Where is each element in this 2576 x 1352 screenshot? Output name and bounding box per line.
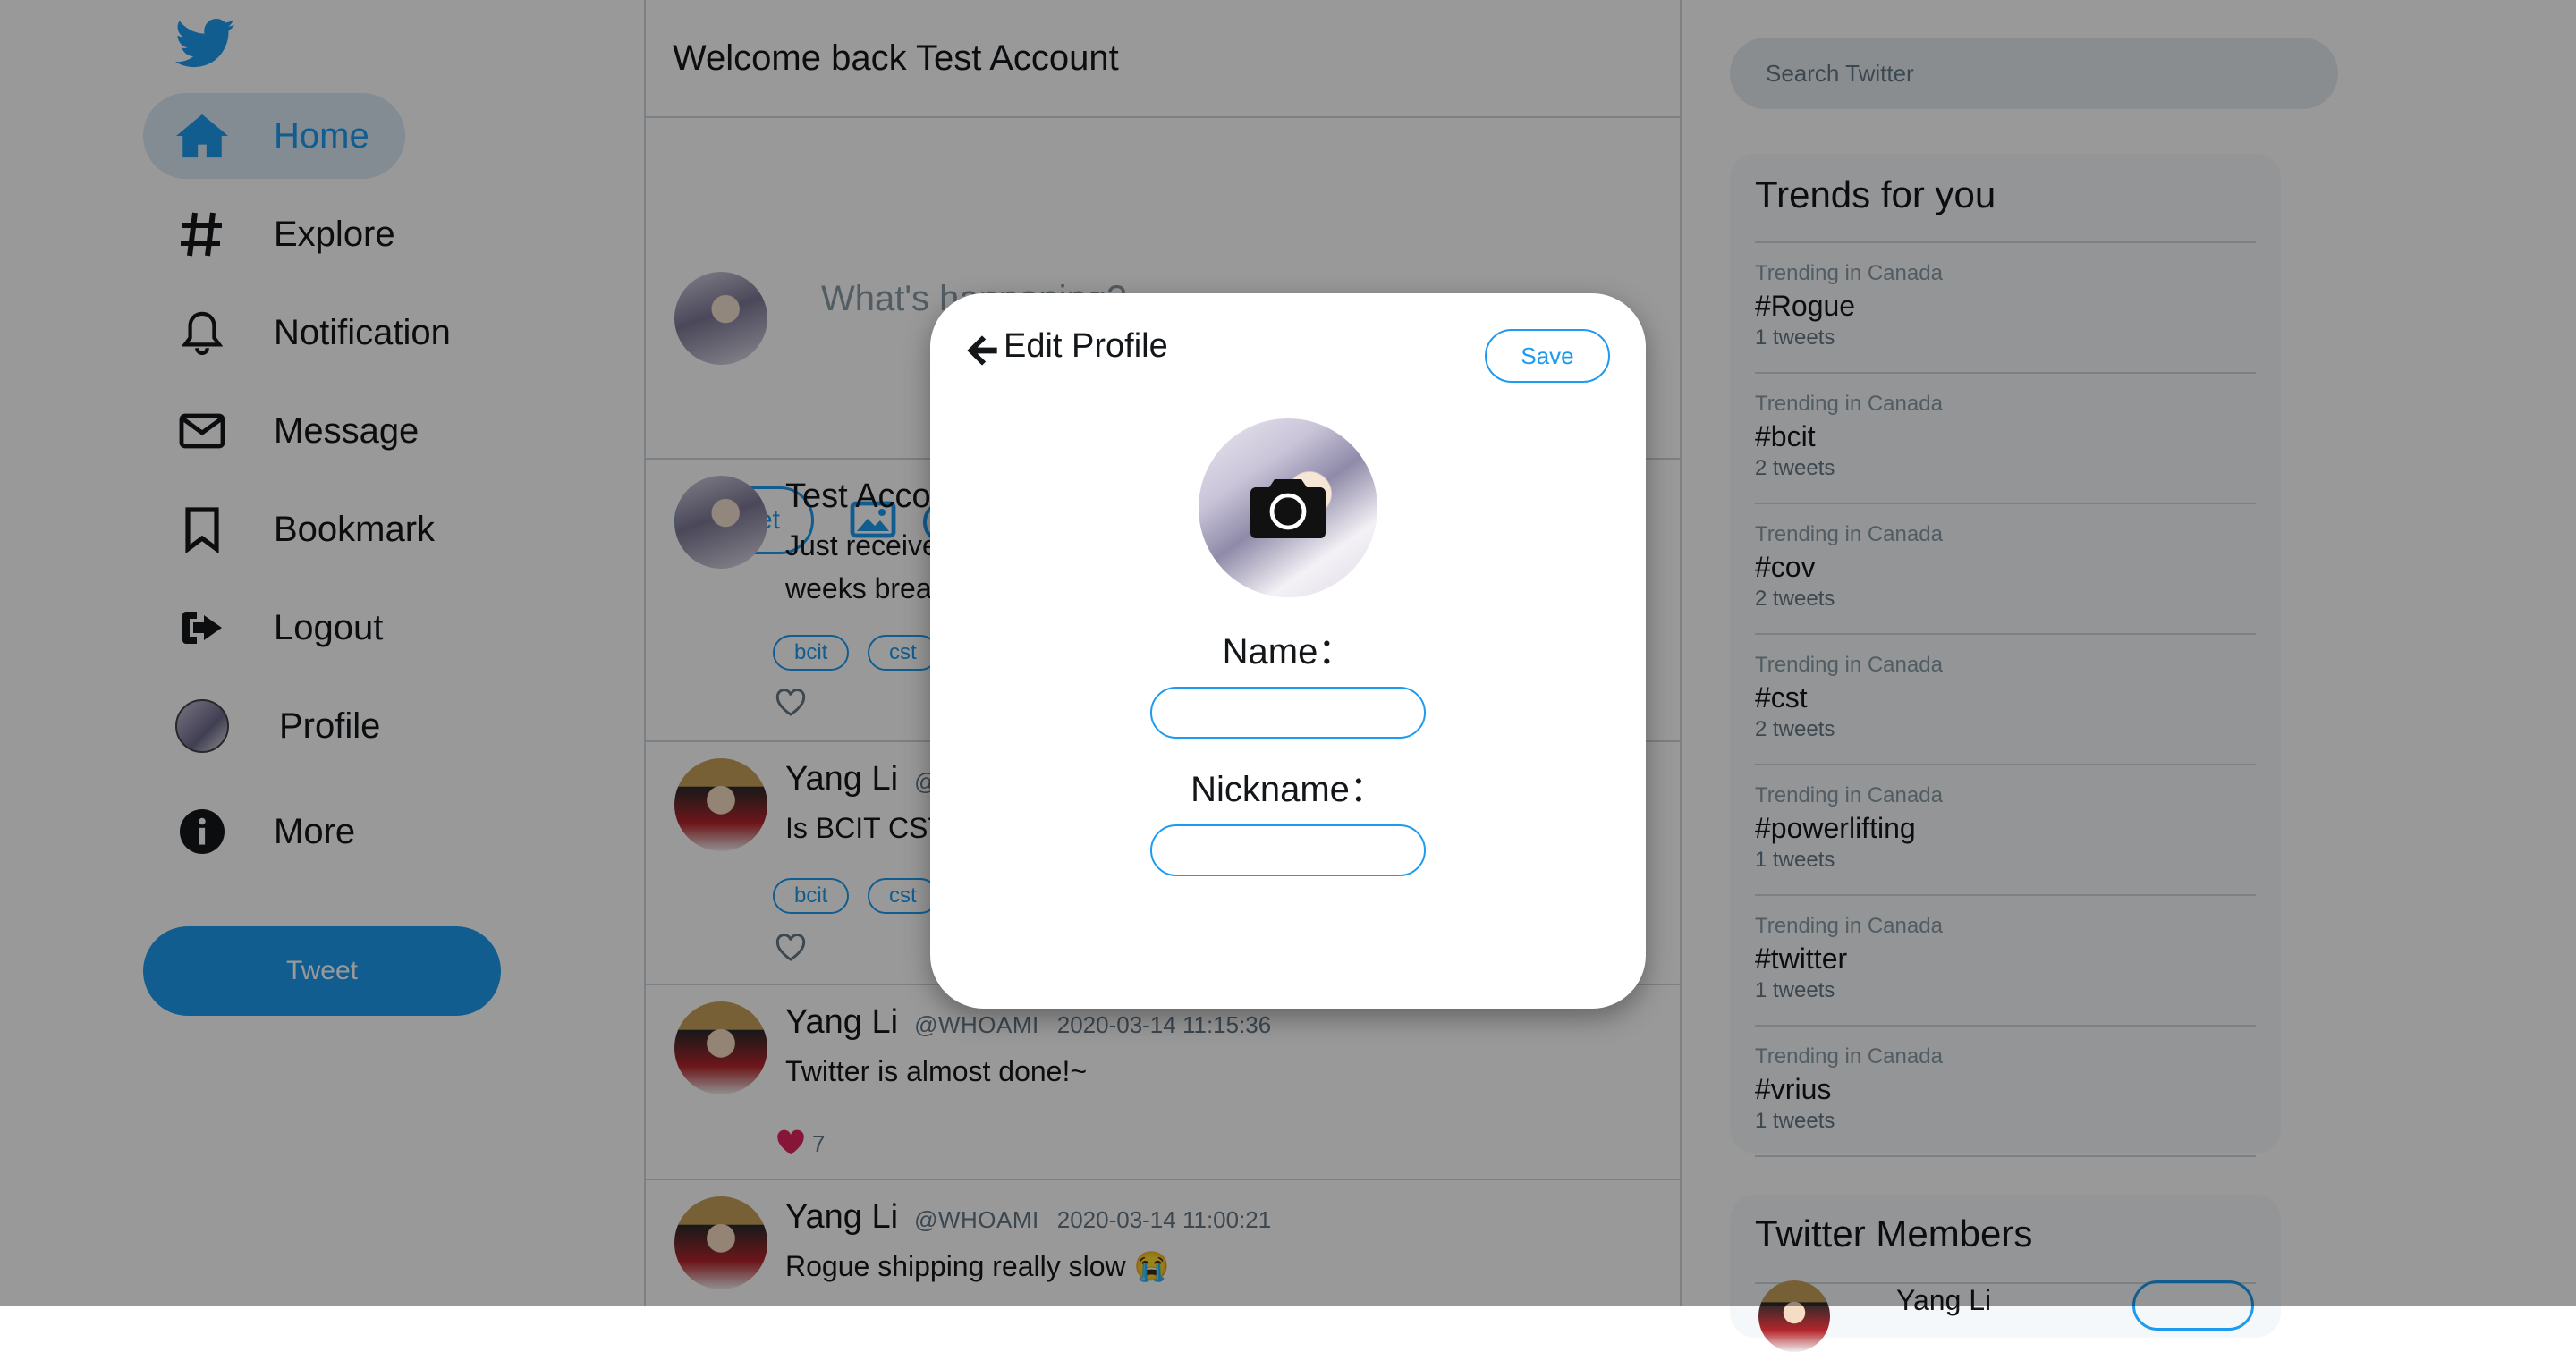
nickname-field[interactable] xyxy=(1150,824,1426,876)
save-button[interactable]: Save xyxy=(1485,329,1610,383)
nickname-label: Nickname： xyxy=(1191,770,1385,809)
modal-title: Edit Profile xyxy=(1004,327,1168,365)
camera-icon xyxy=(1250,479,1326,538)
name-field[interactable] xyxy=(1150,687,1426,739)
arrow-left-icon[interactable] xyxy=(964,333,1000,368)
name-label: Name： xyxy=(1222,632,1354,672)
edit-profile-modal: Edit Profile Save Name： Nickname： xyxy=(930,293,1646,1009)
profile-avatar-upload[interactable] xyxy=(1199,418,1377,597)
